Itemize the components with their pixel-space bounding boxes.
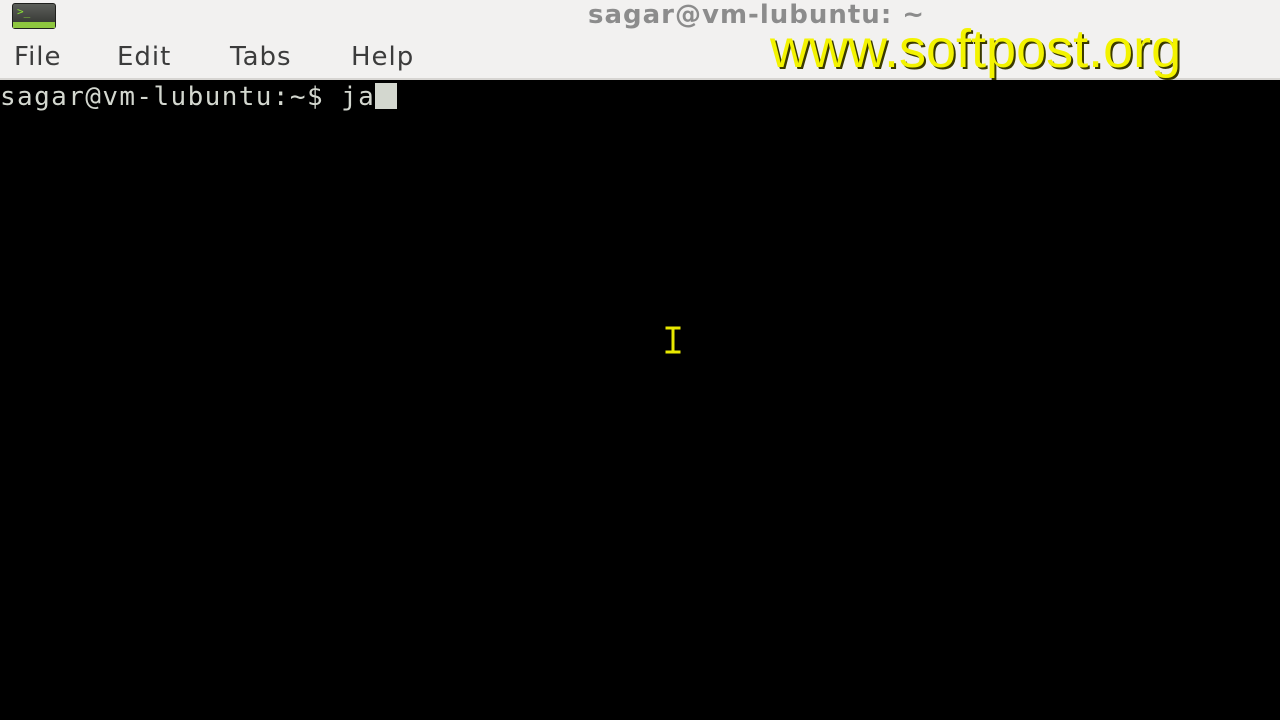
block-cursor [375,83,398,109]
command-line[interactable]: sagar@vm-lubuntu:~$ ja [0,82,398,112]
text-cursor-icon [665,326,681,354]
watermark-logo: www.softpost.org [770,19,1182,79]
icon-accent-bar [13,22,55,28]
menu-edit[interactable]: Edit [117,40,171,74]
terminal-icon[interactable]: >_ [12,3,56,29]
menu-tabs[interactable]: Tabs [230,40,292,74]
terminal-area[interactable]: sagar@vm-lubuntu:~$ ja [0,80,1280,720]
terminal-window: >_ sagar@vm-lubuntu: ~ File Edit Tabs He… [0,0,1280,720]
menu-file[interactable]: File [14,40,62,74]
prompt-glyph-icon: >_ [17,5,31,18]
command-input[interactable]: ja [341,82,375,112]
shell-prompt: sagar@vm-lubuntu:~$ [0,82,342,112]
menu-help[interactable]: Help [351,40,414,74]
